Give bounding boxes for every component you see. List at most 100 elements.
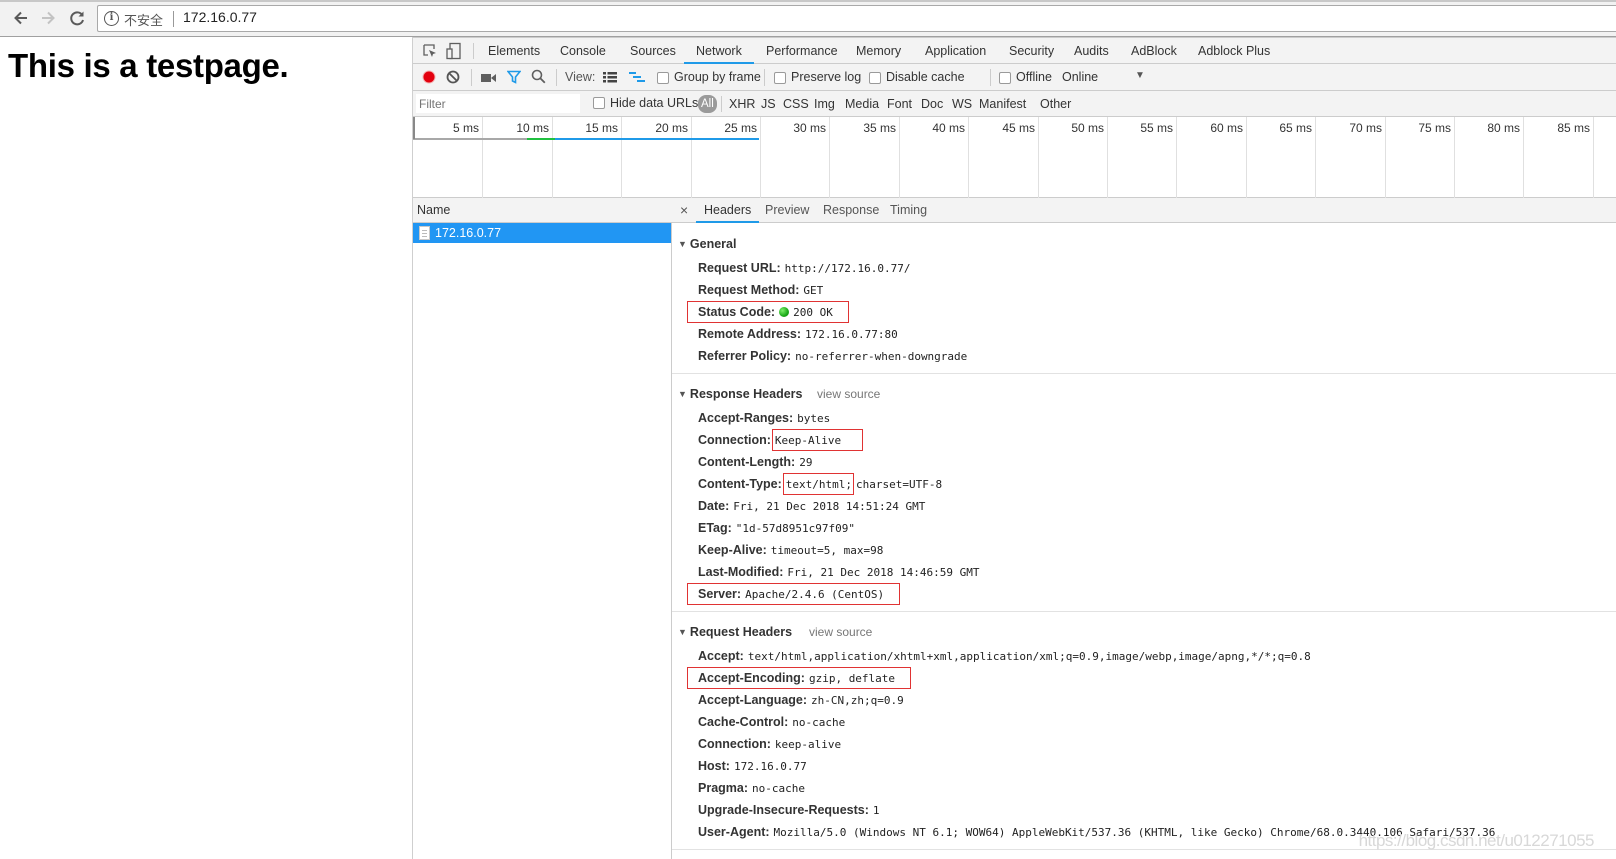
header-row: Date: Fri, 21 Dec 2018 14:51:24 GMT [698, 496, 925, 516]
offline-label[interactable]: Offline [1016, 69, 1052, 85]
tab-sources[interactable]: Sources [629, 38, 677, 64]
request-headers-section-header[interactable]: ▼ Request Headers [678, 622, 792, 642]
disable-cache-label[interactable]: Disable cache [886, 69, 965, 85]
disable-cache-checkbox[interactable] [869, 72, 881, 84]
large-rows-button[interactable] [603, 72, 617, 86]
record-button[interactable] [422, 70, 436, 87]
forward-button[interactable] [37, 7, 59, 29]
reload-button[interactable] [66, 7, 88, 29]
filter-input[interactable] [416, 94, 580, 113]
device-toolbar-icon[interactable] [446, 42, 462, 63]
type-filter-other[interactable]: Other [1040, 96, 1071, 112]
back-button[interactable] [10, 7, 32, 29]
type-filter-all[interactable]: All [698, 95, 717, 113]
response-headers-section-header[interactable]: ▼ Response Headers [678, 384, 802, 404]
header-value: no-cache [752, 782, 806, 795]
preserve-log-label[interactable]: Preserve log [791, 69, 861, 85]
header-name: Accept-Encoding: [698, 671, 805, 685]
header-value: timeout=5, max=98 [770, 544, 884, 557]
tab-adblock[interactable]: AdBlock [1130, 38, 1178, 64]
document-icon [419, 226, 430, 240]
request-row[interactable]: 172.16.0.77 [413, 223, 671, 243]
watermark: https://blog.csdn.net/u012271055 [1358, 831, 1595, 850]
header-name: Host: [698, 759, 730, 773]
waterfall-icon [629, 72, 645, 82]
header-row: Referrer Policy: no-referrer-when-downgra… [698, 346, 967, 366]
tab-console[interactable]: Console [559, 38, 607, 64]
type-filter-img[interactable]: Img [814, 96, 835, 112]
type-filter-media[interactable]: Media [845, 96, 879, 112]
address-bar[interactable]: i 不安全 172.16.0.77 [97, 5, 1616, 32]
toolbar-divider [721, 96, 722, 112]
address-separator [173, 11, 174, 27]
tab-elements[interactable]: Elements [487, 38, 541, 64]
toolbar-divider [990, 69, 991, 86]
timeline-gridline [1385, 117, 1386, 198]
clear-button[interactable] [446, 70, 460, 87]
security-label[interactable]: 不安全 [124, 10, 163, 29]
search-button[interactable] [531, 69, 546, 87]
timeline-gridline [1176, 117, 1177, 198]
header-name: Keep-Alive: [698, 543, 767, 557]
timeline-overview[interactable]: 5 ms 10 ms 15 ms 20 ms 25 ms 30 ms 35 ms 40 ms 4… [413, 117, 1616, 198]
view-source-link[interactable]: view source [817, 384, 880, 404]
request-details: × Headers Preview Response Timing ▼ Gener… [672, 198, 1616, 859]
header-name: Date: [698, 499, 730, 513]
page-heading: This is a testpage. [8, 47, 289, 84]
timeline-tick-label: 65 ms [1279, 121, 1312, 135]
timeline-tick-label: 20 ms [655, 121, 688, 135]
throttling-select[interactable]: Online [1062, 69, 1098, 85]
group-by-frame-checkbox[interactable] [657, 72, 669, 84]
group-by-frame-label[interactable]: Group by frame [674, 69, 761, 85]
tab-memory[interactable]: Memory [855, 38, 902, 64]
section-title: Request Headers [689, 625, 793, 639]
preserve-log-checkbox[interactable] [774, 72, 786, 84]
section-divider [672, 373, 1616, 374]
type-filter-font[interactable]: Font [887, 96, 912, 112]
timeline-gridline [1038, 117, 1039, 198]
timeline-gridline [968, 117, 969, 198]
timeline-tick-label: 60 ms [1210, 121, 1243, 135]
header-name: Accept-Language: [698, 693, 808, 707]
type-filter-css[interactable]: CSS [783, 96, 809, 112]
type-filter-xhr[interactable]: XHR [729, 96, 755, 112]
capture-screenshots-button[interactable] [481, 72, 496, 86]
tab-performance[interactable]: Performance [765, 38, 839, 64]
tab-response[interactable]: Response [815, 198, 887, 223]
hide-data-urls-checkbox[interactable] [593, 97, 605, 109]
tab-application[interactable]: Application [924, 38, 987, 64]
tab-adblock-plus[interactable]: Adblock Plus [1197, 38, 1271, 64]
tab-preview[interactable]: Preview [757, 198, 817, 223]
offline-checkbox[interactable] [999, 72, 1011, 84]
info-circle-icon[interactable]: i [104, 11, 119, 26]
header-row: Content-Type: text/html; charset=UTF-8 [698, 474, 942, 494]
filter-toggle-button[interactable] [506, 70, 522, 87]
overview-button[interactable] [629, 72, 645, 86]
type-filter-manifest[interactable]: Manifest [979, 96, 1026, 112]
inspect-element-icon[interactable] [422, 43, 438, 62]
type-filter-doc[interactable]: Doc [921, 96, 943, 112]
type-filter-ws[interactable]: WS [952, 96, 972, 112]
tab-security[interactable]: Security [1008, 38, 1055, 64]
header-value: Keep-Alive [774, 434, 842, 447]
hide-data-urls-label[interactable]: Hide data URLs [610, 95, 698, 111]
chevron-down-icon[interactable]: ▼ [1135, 68, 1145, 84]
header-value: keep-alive [774, 738, 842, 751]
close-icon[interactable]: × [680, 198, 688, 222]
type-filter-js[interactable]: JS [761, 96, 776, 112]
devtools-tab-bar: Elements Console Sources Network Perform… [413, 37, 1616, 64]
view-source-link[interactable]: view source [809, 622, 872, 642]
tab-headers[interactable]: Headers [696, 198, 760, 223]
timeline-gridline [899, 117, 900, 198]
header-row: Connection: keep-alive [698, 734, 841, 754]
tab-network[interactable]: Network [684, 38, 754, 64]
general-section-header[interactable]: ▼ General [678, 234, 736, 254]
tab-timing[interactable]: Timing [882, 198, 935, 223]
status-ok-icon [779, 307, 790, 317]
url-text[interactable]: 172.16.0.77 [183, 9, 257, 25]
tab-audits[interactable]: Audits [1073, 38, 1110, 64]
timeline-drag-handle[interactable] [413, 117, 415, 139]
name-column-header[interactable]: Name [413, 198, 672, 223]
header-value: 172.16.0.77 [733, 760, 807, 773]
header-name: Status Code: [698, 305, 776, 319]
